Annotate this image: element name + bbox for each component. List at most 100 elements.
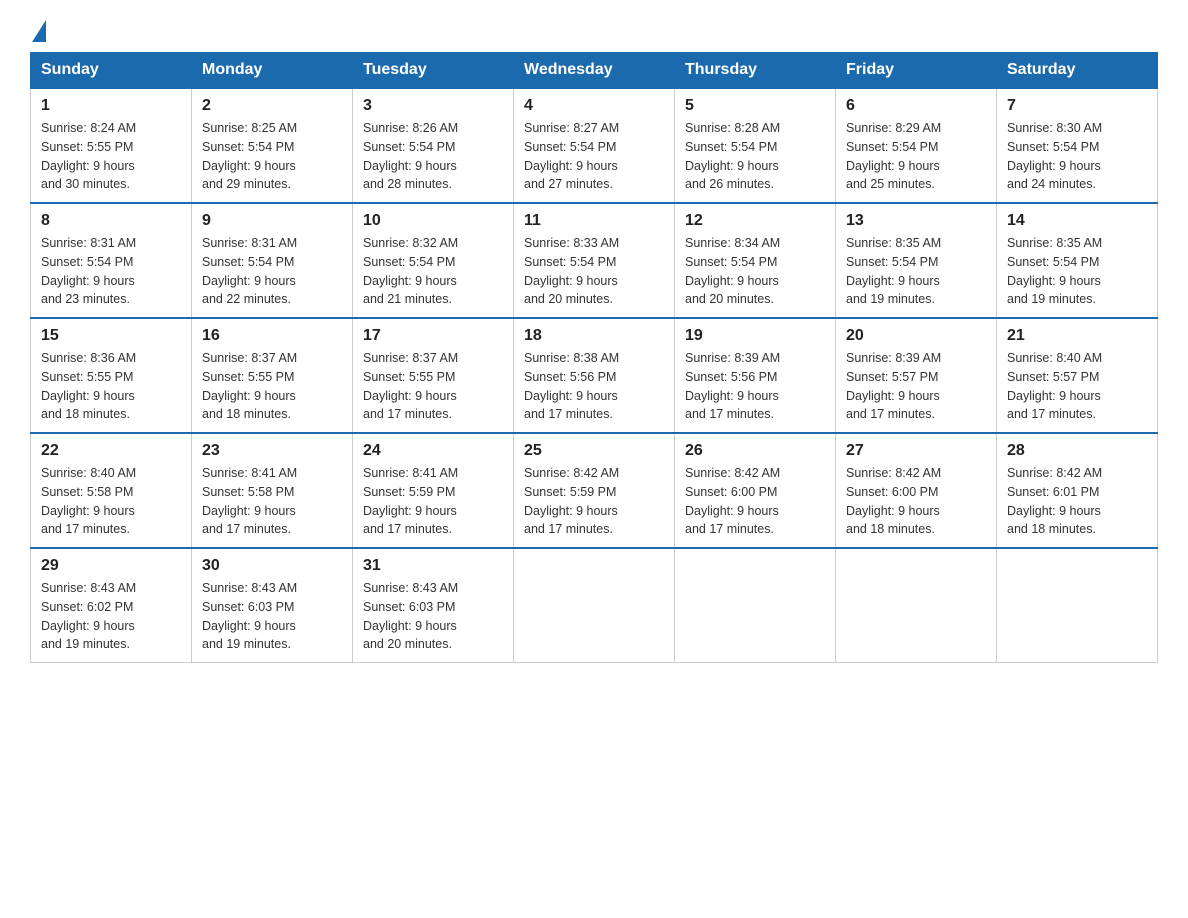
calendar-cell: 25 Sunrise: 8:42 AMSunset: 5:59 PMDayligh… [514, 433, 675, 548]
day-info: Sunrise: 8:40 AMSunset: 5:58 PMDaylight:… [41, 464, 181, 539]
calendar-cell: 20Sunrise: 8:39 AMSunset: 5:57 PMDayligh… [836, 318, 997, 433]
calendar-week-row: 1 Sunrise: 8:24 AMSunset: 5:55 PMDaylight… [31, 88, 1158, 203]
calendar-cell: 13 Sunrise: 8:35 AMSunset: 5:54 PMDayligh… [836, 203, 997, 318]
logo-triangle-icon [32, 20, 46, 42]
day-info: Sunrise: 8:25 AMSunset: 5:54 PMDaylight:… [202, 119, 342, 194]
day-number: 23 [202, 442, 342, 460]
day-number: 25 [524, 442, 664, 460]
calendar-cell: 5Sunrise: 8:28 AMSunset: 5:54 PMDaylight… [675, 88, 836, 203]
day-number: 5 [685, 97, 825, 115]
day-of-week-header: Tuesday [353, 53, 514, 89]
day-of-week-header: Sunday [31, 53, 192, 89]
calendar-cell: 9Sunrise: 8:31 AMSunset: 5:54 PMDaylight… [192, 203, 353, 318]
calendar-cell: 15 Sunrise: 8:36 AMSunset: 5:55 PMDayligh… [31, 318, 192, 433]
day-of-week-header: Monday [192, 53, 353, 89]
calendar-cell: 28Sunrise: 8:42 AMSunset: 6:01 PMDayligh… [997, 433, 1158, 548]
calendar-week-row: 15 Sunrise: 8:36 AMSunset: 5:55 PMDayligh… [31, 318, 1158, 433]
calendar-cell: 10Sunrise: 8:32 AMSunset: 5:54 PMDayligh… [353, 203, 514, 318]
calendar-cell: 29 Sunrise: 8:43 AMSunset: 6:02 PMDayligh… [31, 548, 192, 663]
page-header [30, 20, 1158, 42]
day-number: 29 [41, 557, 181, 575]
day-number: 30 [202, 557, 342, 575]
day-number: 2 [202, 97, 342, 115]
calendar-cell: 18 Sunrise: 8:38 AMSunset: 5:56 PMDayligh… [514, 318, 675, 433]
day-of-week-header: Wednesday [514, 53, 675, 89]
day-number: 13 [846, 212, 986, 230]
day-number: 31 [363, 557, 503, 575]
calendar-cell: 22Sunrise: 8:40 AMSunset: 5:58 PMDayligh… [31, 433, 192, 548]
day-number: 3 [363, 97, 503, 115]
calendar-cell: 8 Sunrise: 8:31 AMSunset: 5:54 PMDaylight… [31, 203, 192, 318]
calendar-cell: 17 Sunrise: 8:37 AMSunset: 5:55 PMDayligh… [353, 318, 514, 433]
day-of-week-header: Saturday [997, 53, 1158, 89]
day-info: Sunrise: 8:41 AMSunset: 5:58 PMDaylight:… [202, 464, 342, 539]
day-info: Sunrise: 8:33 AMSunset: 5:54 PMDaylight:… [524, 234, 664, 309]
calendar-week-row: 8 Sunrise: 8:31 AMSunset: 5:54 PMDaylight… [31, 203, 1158, 318]
day-info: Sunrise: 8:43 AMSunset: 6:03 PMDaylight:… [202, 579, 342, 654]
day-of-week-header: Friday [836, 53, 997, 89]
day-info: Sunrise: 8:39 AMSunset: 5:57 PMDaylight:… [846, 349, 986, 424]
calendar-cell [997, 548, 1158, 663]
day-of-week-header: Thursday [675, 53, 836, 89]
day-info: Sunrise: 8:38 AMSunset: 5:56 PMDaylight:… [524, 349, 664, 424]
calendar-cell: 27 Sunrise: 8:42 AMSunset: 6:00 PMDayligh… [836, 433, 997, 548]
day-number: 4 [524, 97, 664, 115]
calendar-cell: 30 Sunrise: 8:43 AMSunset: 6:03 PMDayligh… [192, 548, 353, 663]
calendar-cell [675, 548, 836, 663]
logo [30, 20, 48, 42]
calendar-cell: 2 Sunrise: 8:25 AMSunset: 5:54 PMDaylight… [192, 88, 353, 203]
day-info: Sunrise: 8:34 AMSunset: 5:54 PMDaylight:… [685, 234, 825, 309]
day-info: Sunrise: 8:42 AMSunset: 5:59 PMDaylight:… [524, 464, 664, 539]
day-info: Sunrise: 8:32 AMSunset: 5:54 PMDaylight:… [363, 234, 503, 309]
day-number: 6 [846, 97, 986, 115]
day-info: Sunrise: 8:24 AMSunset: 5:55 PMDaylight:… [41, 119, 181, 194]
day-info: Sunrise: 8:42 AMSunset: 6:00 PMDaylight:… [685, 464, 825, 539]
day-number: 12 [685, 212, 825, 230]
calendar-cell: 24 Sunrise: 8:41 AMSunset: 5:59 PMDayligh… [353, 433, 514, 548]
day-number: 9 [202, 212, 342, 230]
day-number: 27 [846, 442, 986, 460]
calendar-cell: 21Sunrise: 8:40 AMSunset: 5:57 PMDayligh… [997, 318, 1158, 433]
calendar-cell: 7 Sunrise: 8:30 AMSunset: 5:54 PMDaylight… [997, 88, 1158, 203]
day-info: Sunrise: 8:35 AMSunset: 5:54 PMDaylight:… [846, 234, 986, 309]
calendar-cell: 6 Sunrise: 8:29 AMSunset: 5:54 PMDaylight… [836, 88, 997, 203]
calendar-cell: 3 Sunrise: 8:26 AMSunset: 5:54 PMDaylight… [353, 88, 514, 203]
day-info: Sunrise: 8:39 AMSunset: 5:56 PMDaylight:… [685, 349, 825, 424]
day-number: 1 [41, 97, 181, 115]
day-number: 26 [685, 442, 825, 460]
day-number: 11 [524, 212, 664, 230]
day-info: Sunrise: 8:42 AMSunset: 6:00 PMDaylight:… [846, 464, 986, 539]
day-number: 18 [524, 327, 664, 345]
day-info: Sunrise: 8:36 AMSunset: 5:55 PMDaylight:… [41, 349, 181, 424]
calendar-cell: 31Sunrise: 8:43 AMSunset: 6:03 PMDayligh… [353, 548, 514, 663]
calendar-cell: 1 Sunrise: 8:24 AMSunset: 5:55 PMDaylight… [31, 88, 192, 203]
day-number: 15 [41, 327, 181, 345]
calendar-week-row: 22Sunrise: 8:40 AMSunset: 5:58 PMDayligh… [31, 433, 1158, 548]
day-number: 8 [41, 212, 181, 230]
calendar-header-row: SundayMondayTuesdayWednesdayThursdayFrid… [31, 53, 1158, 89]
day-info: Sunrise: 8:43 AMSunset: 6:02 PMDaylight:… [41, 579, 181, 654]
day-info: Sunrise: 8:37 AMSunset: 5:55 PMDaylight:… [363, 349, 503, 424]
day-info: Sunrise: 8:27 AMSunset: 5:54 PMDaylight:… [524, 119, 664, 194]
day-number: 7 [1007, 97, 1147, 115]
calendar-cell: 11 Sunrise: 8:33 AMSunset: 5:54 PMDayligh… [514, 203, 675, 318]
day-number: 19 [685, 327, 825, 345]
day-number: 28 [1007, 442, 1147, 460]
day-info: Sunrise: 8:30 AMSunset: 5:54 PMDaylight:… [1007, 119, 1147, 194]
calendar-cell: 14Sunrise: 8:35 AMSunset: 5:54 PMDayligh… [997, 203, 1158, 318]
day-number: 16 [202, 327, 342, 345]
day-number: 17 [363, 327, 503, 345]
calendar-cell [514, 548, 675, 663]
day-info: Sunrise: 8:41 AMSunset: 5:59 PMDaylight:… [363, 464, 503, 539]
day-number: 21 [1007, 327, 1147, 345]
calendar-cell [836, 548, 997, 663]
calendar-table: SundayMondayTuesdayWednesdayThursdayFrid… [30, 52, 1158, 663]
day-number: 14 [1007, 212, 1147, 230]
day-info: Sunrise: 8:31 AMSunset: 5:54 PMDaylight:… [41, 234, 181, 309]
day-info: Sunrise: 8:29 AMSunset: 5:54 PMDaylight:… [846, 119, 986, 194]
calendar-cell: 16Sunrise: 8:37 AMSunset: 5:55 PMDayligh… [192, 318, 353, 433]
day-info: Sunrise: 8:26 AMSunset: 5:54 PMDaylight:… [363, 119, 503, 194]
calendar-week-row: 29 Sunrise: 8:43 AMSunset: 6:02 PMDayligh… [31, 548, 1158, 663]
day-number: 24 [363, 442, 503, 460]
calendar-cell: 26 Sunrise: 8:42 AMSunset: 6:00 PMDayligh… [675, 433, 836, 548]
